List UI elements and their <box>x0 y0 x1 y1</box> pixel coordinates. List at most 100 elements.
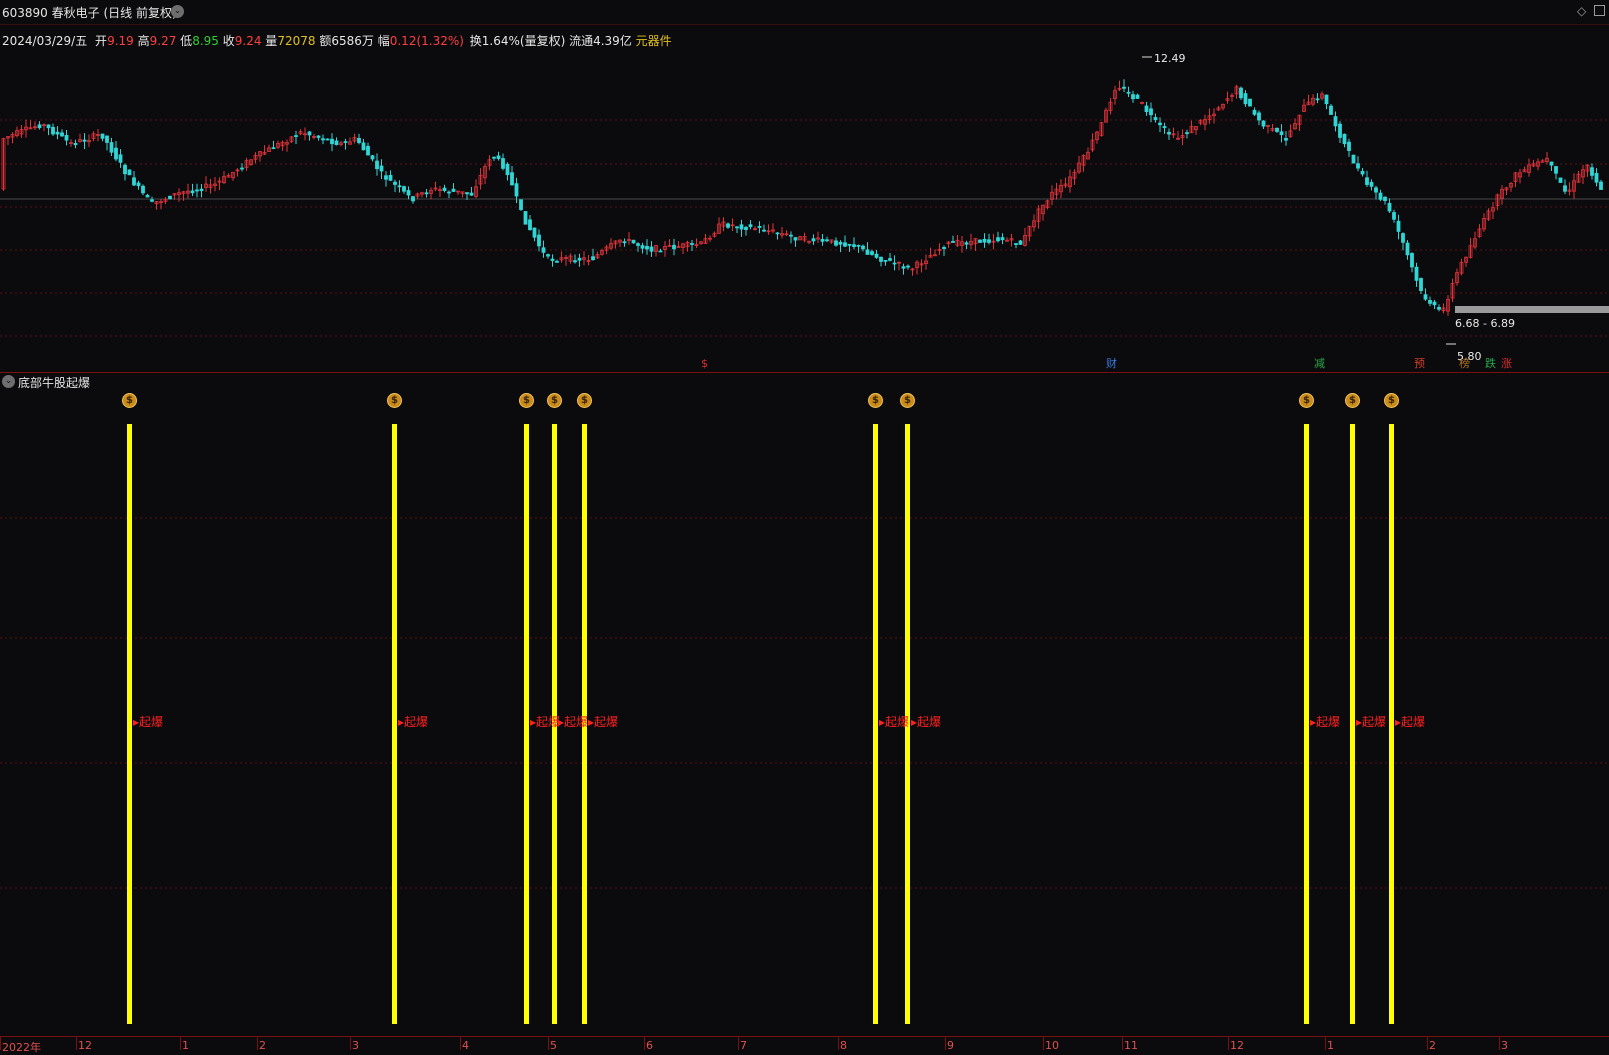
candle-body <box>370 155 375 160</box>
candle-body <box>1261 120 1266 127</box>
candle-body <box>411 196 415 202</box>
candle-body <box>496 155 501 159</box>
candle-body <box>1369 181 1374 187</box>
candle-body <box>834 240 838 246</box>
candle-body <box>1252 109 1257 115</box>
candle-body <box>82 139 87 142</box>
x-tick-label: 3 <box>352 1039 359 1052</box>
event-badge[interactable]: 财 <box>1105 357 1118 370</box>
event-badge[interactable]: 榜 <box>1458 357 1471 370</box>
candle-body <box>316 135 321 138</box>
candle-body <box>145 194 150 198</box>
money-bag-icon: $ <box>519 393 534 408</box>
event-badge[interactable]: 减 <box>1313 357 1326 370</box>
candle-body <box>46 124 51 129</box>
x-tick <box>1427 1036 1428 1050</box>
candle-body <box>532 227 537 238</box>
x-tick <box>548 1036 549 1050</box>
chevron-down-icon[interactable]: ⌄ <box>2 375 15 388</box>
signal-label: ▸起爆 <box>398 715 429 729</box>
candle-body <box>1396 220 1401 232</box>
candle-body <box>465 192 469 195</box>
x-tick-label: 7 <box>740 1039 747 1052</box>
candle-body <box>100 133 105 139</box>
candle-body <box>1239 87 1243 99</box>
candle-body <box>1549 161 1554 166</box>
event-badge[interactable]: 涨 <box>1500 357 1513 370</box>
event-badge[interactable]: 预 <box>1413 357 1426 370</box>
candle-body <box>1018 240 1023 245</box>
candle-body <box>775 232 780 235</box>
candle-body <box>1167 131 1171 135</box>
x-tick <box>460 1036 461 1050</box>
candlestick-chart[interactable] <box>0 44 1609 372</box>
x-tick-label: 10 <box>1045 1039 1059 1052</box>
signal-label: ▸起爆 <box>1356 715 1387 729</box>
diamond-icon[interactable]: ◇ <box>1577 4 1586 18</box>
candle-body <box>141 185 145 194</box>
candle-body <box>793 237 798 241</box>
signal-bar <box>873 424 878 1024</box>
event-badge[interactable]: $ <box>700 357 709 370</box>
candle-body <box>118 154 123 163</box>
candle-body <box>514 183 519 197</box>
candle-body <box>622 241 627 244</box>
candle-body <box>1428 299 1432 304</box>
candle-body <box>1419 278 1423 292</box>
candle-body <box>1599 181 1603 190</box>
candle-body <box>1315 98 1320 101</box>
candle-body <box>388 174 393 181</box>
candle-body <box>105 135 109 143</box>
x-tick-label: 11 <box>1124 1039 1138 1052</box>
x-tick-label: 4 <box>462 1039 469 1052</box>
candle-body <box>1279 131 1284 136</box>
money-bag-icon: $ <box>122 393 137 408</box>
x-tick-label: 2 <box>1429 1039 1436 1052</box>
stock-title[interactable]: 603890 春秋电子 (日线 前复权) <box>2 4 177 21</box>
candle-body <box>1338 123 1342 138</box>
candle-body <box>307 131 312 136</box>
candle-body <box>811 238 816 242</box>
candle-body <box>658 250 663 253</box>
candle-body <box>334 140 339 146</box>
panel-divider <box>0 372 1609 373</box>
high-price-marker: 12.49 <box>1154 52 1186 65</box>
candle-body <box>726 223 730 228</box>
x-tick <box>1122 1036 1123 1050</box>
candle-body <box>469 192 474 196</box>
candle-body <box>447 191 451 194</box>
x-tick-label: 1 <box>1327 1039 1334 1052</box>
x-tick <box>0 1036 1 1050</box>
event-badge[interactable]: 跌 <box>1484 357 1497 370</box>
candle-body <box>73 142 78 146</box>
candle-body <box>375 160 379 170</box>
candle-body <box>1144 105 1149 113</box>
money-bag-icon: $ <box>900 393 915 408</box>
candle-body <box>906 265 910 268</box>
candle-body <box>843 242 847 247</box>
candle-body <box>127 169 132 176</box>
maximize-icon[interactable] <box>1594 5 1605 16</box>
candle-body <box>1410 253 1414 268</box>
candle-body <box>640 245 645 249</box>
x-tick <box>644 1036 645 1050</box>
candle-body <box>1284 138 1288 141</box>
x-tick <box>738 1036 739 1050</box>
signal-label: ▸起爆 <box>879 715 910 729</box>
x-tick-label: 1 <box>182 1039 189 1052</box>
chevron-down-icon[interactable]: ⌄ <box>171 5 184 18</box>
candle-body <box>1126 91 1131 94</box>
candle-body <box>123 164 127 175</box>
candle-body <box>865 249 870 255</box>
money-bag-icon: $ <box>1384 393 1399 408</box>
candle-body <box>996 237 1000 242</box>
candle-body <box>982 238 987 243</box>
candle-body <box>852 244 856 247</box>
money-bag-icon: $ <box>868 393 883 408</box>
candle-body <box>1324 94 1329 105</box>
candle-body <box>861 245 865 250</box>
candle-body <box>672 244 676 250</box>
candle-body <box>874 253 879 258</box>
candle-body <box>321 138 325 141</box>
candle-body <box>879 256 883 262</box>
